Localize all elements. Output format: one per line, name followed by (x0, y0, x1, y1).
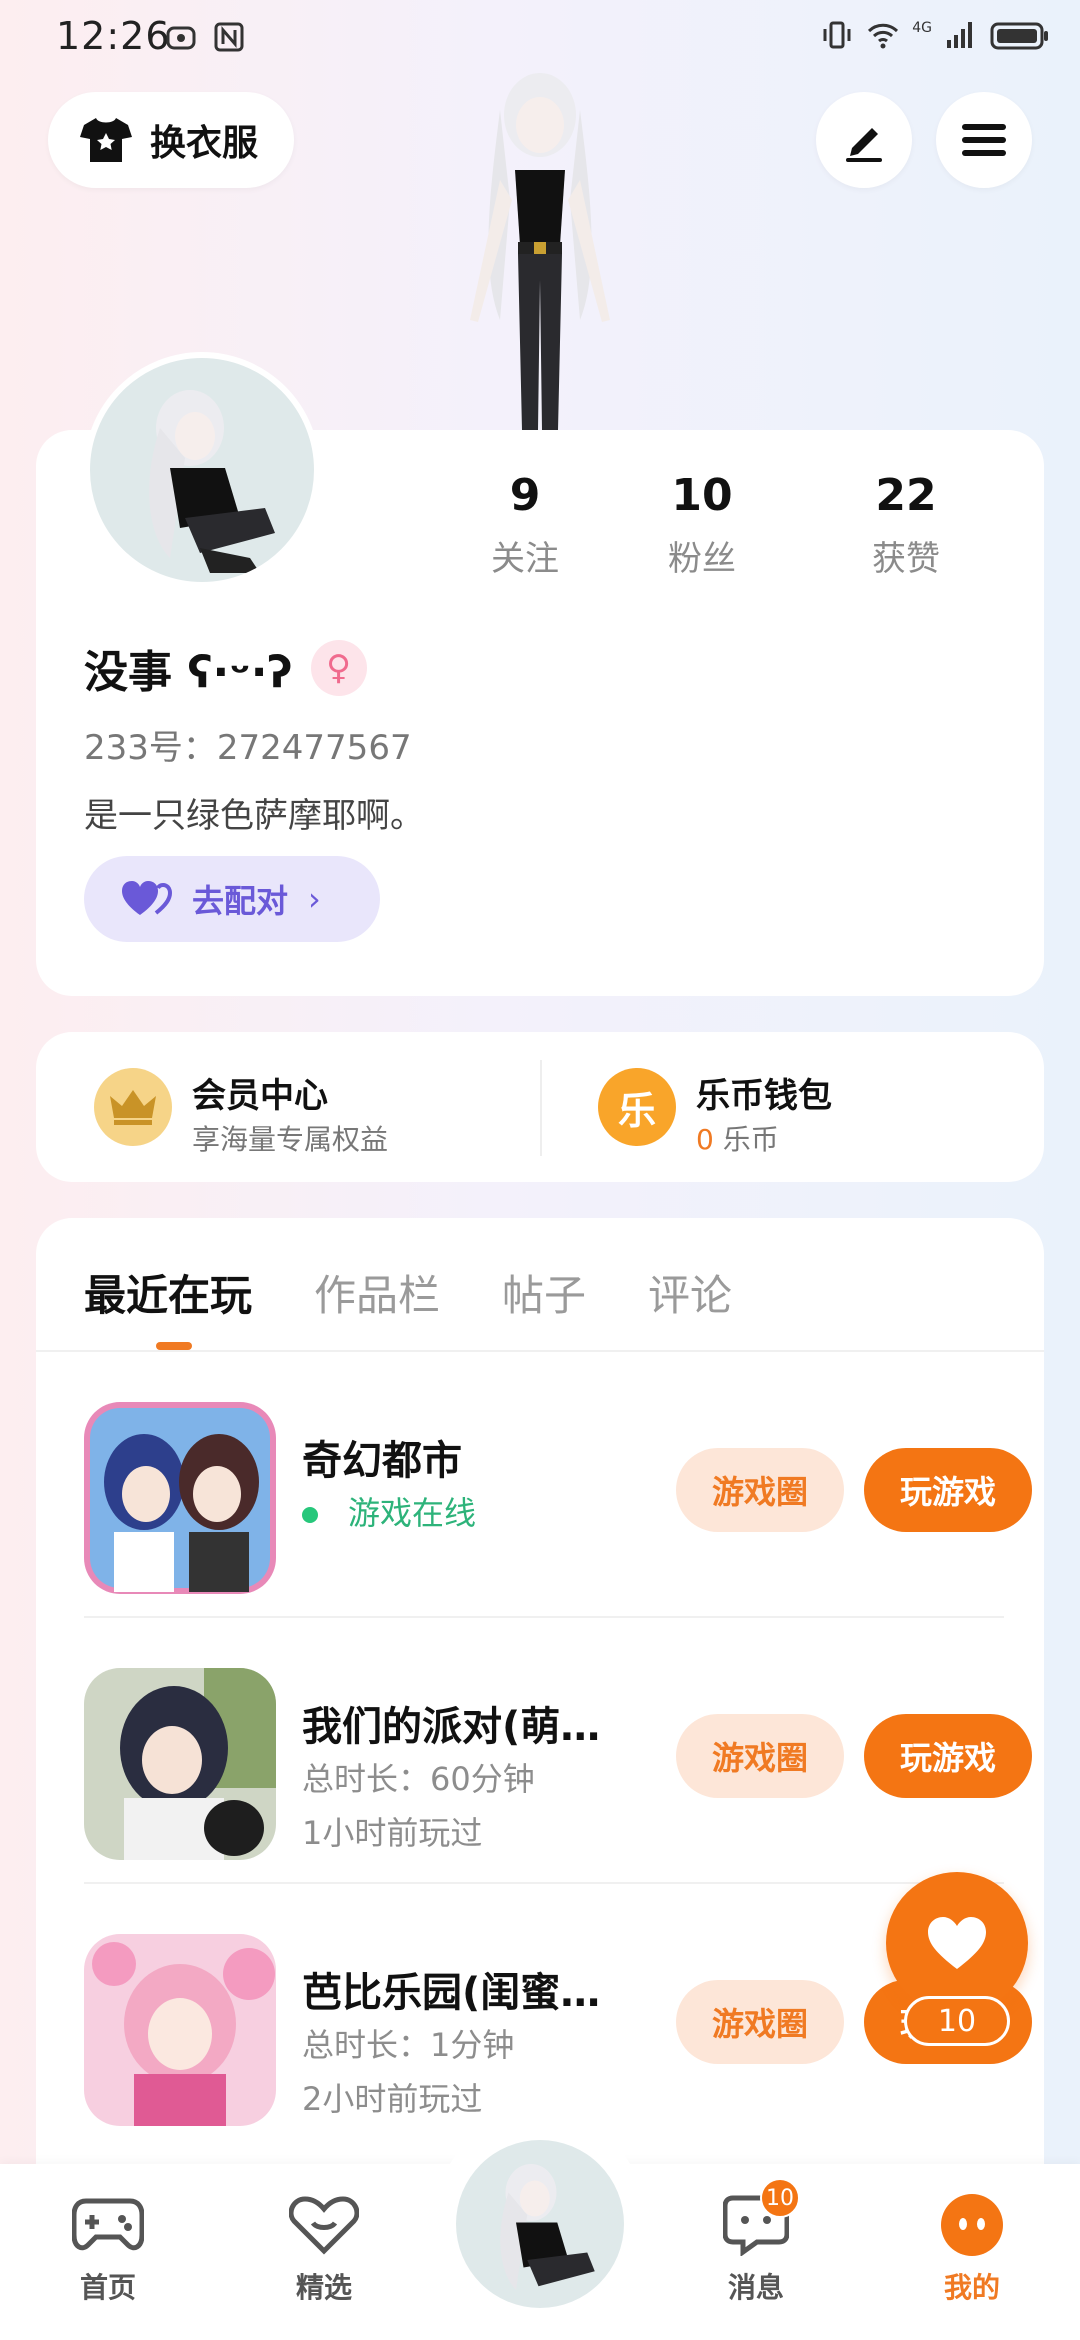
following-count: 9 (509, 470, 541, 521)
heart-outline-icon (289, 2196, 359, 2255)
gamepad-icon (72, 2198, 144, 2251)
game-thumbnail[interactable] (84, 1402, 276, 1594)
online-status-text: 游戏在线 (348, 1494, 477, 1532)
play-game-button[interactable]: 玩游戏 (864, 1448, 1032, 1532)
profile-tabs: 最近在玩 作品栏 帖子 评论 (84, 1262, 732, 1323)
coin-unit: 乐币 (713, 1123, 779, 1156)
coin-wallet-balance: 0 乐币 (696, 1118, 779, 1158)
list-item[interactable]: 奇幻都市 游戏在线 游戏圈 玩游戏 (84, 1352, 1032, 1618)
play-game-button[interactable]: 玩游戏 (864, 1714, 1032, 1798)
game-duration: 总时长：1分钟 (302, 2026, 515, 2064)
list-item[interactable]: 我们的派对(萌… 总时长：60分钟 1小时前玩过 游戏圈 玩游戏 (84, 1618, 1032, 1884)
nav-me-label: 我的 (943, 2271, 1000, 2304)
profile-avatar[interactable] (84, 352, 320, 588)
smiley-face-icon (941, 2194, 1003, 2256)
change-outfit-button[interactable]: 换衣服 (48, 92, 294, 188)
game-circle-button[interactable]: 游戏圈 (676, 1714, 844, 1798)
game-last-played: 1小时前玩过 (302, 1814, 483, 1852)
game-name: 芭比乐园(闺蜜… (302, 1970, 601, 2016)
avatar-3d-figure[interactable] (430, 70, 650, 430)
user-bio: 是一只绿色萨摩耶啊。 (84, 796, 424, 836)
heart-icon (928, 1917, 986, 1969)
match-label: 去配对 (192, 882, 289, 920)
tab-works[interactable]: 作品栏 (314, 1262, 440, 1323)
notification-app-icon (166, 26, 196, 50)
profile-screen: 12:26 4G 换衣服 9 关注 10 粉丝 22 获赞 没事 ʕ·ᵕ·ʔ ♀… (0, 0, 1080, 2340)
following-stat[interactable]: 9 关注 (450, 470, 600, 580)
chevron-right-icon: › (308, 880, 321, 918)
list-item[interactable]: 芭比乐园(闺蜜… 总时长：1分钟 2小时前玩过 游戏圈 玩游戏 (84, 1884, 1032, 2150)
nav-center-avatar[interactable] (456, 2140, 624, 2308)
followers-label: 粉丝 (668, 539, 736, 579)
menu-button[interactable] (936, 92, 1032, 188)
member-center-subtitle: 享海量专属权益 (192, 1123, 389, 1156)
change-outfit-label: 换衣服 (150, 123, 259, 164)
pen-icon (846, 128, 882, 162)
game-duration: 总时长：60分钟 (302, 1760, 535, 1798)
game-circle-button[interactable]: 游戏圈 (676, 1980, 844, 2064)
shirt-icon (80, 118, 132, 162)
match-button[interactable]: 去配对 › (84, 856, 380, 942)
game-last-played: 2小时前玩过 (302, 2080, 483, 2118)
messages-badge: 10 (760, 2178, 800, 2218)
signal-icon (947, 22, 972, 48)
nfc-icon (214, 22, 244, 52)
member-wallet-card: 会员中心 享海量专属权益 乐 乐币钱包 0 乐币 (36, 1032, 1044, 1182)
active-tab-indicator (156, 1342, 192, 1350)
game-name: 我们的派对(萌… (302, 1704, 601, 1750)
vibrate-icon (823, 21, 851, 49)
likes-label: 获赞 (872, 539, 940, 579)
floating-like-count: 10 (904, 1996, 1010, 2046)
followers-stat[interactable]: 10 粉丝 (600, 470, 804, 580)
wifi-icon (868, 23, 899, 49)
tab-posts[interactable]: 帖子 (502, 1262, 586, 1323)
coin-wallet[interactable]: 乐 乐币钱包 0 乐币 (540, 1032, 1044, 1182)
nav-featured[interactable]: 精选 (254, 2190, 394, 2306)
battery-icon (990, 22, 1048, 50)
hamburger-menu-icon (962, 124, 1006, 156)
user-name: 没事 ʕ·ᵕ·ʔ (84, 647, 293, 698)
followers-count: 10 (671, 470, 733, 521)
online-dot-icon (302, 1507, 318, 1523)
network-type: 4G (912, 20, 932, 36)
following-label: 关注 (491, 539, 559, 579)
game-status: 游戏在线 (302, 1488, 476, 1534)
nav-messages-label: 消息 (727, 2271, 784, 2304)
likes-stat[interactable]: 22 获赞 (804, 470, 1008, 580)
profile-stats: 9 关注 10 粉丝 22 获赞 (450, 470, 1010, 580)
member-center-title: 会员中心 (192, 1076, 328, 1116)
coin-icon: 乐 (598, 1068, 676, 1146)
coin-wallet-title: 乐币钱包 (696, 1076, 832, 1116)
game-thumbnail[interactable] (84, 1668, 276, 1860)
nav-messages[interactable]: 10 消息 (686, 2178, 826, 2306)
nav-home[interactable]: 首页 (38, 2190, 178, 2306)
member-center[interactable]: 会员中心 享海量专属权益 (36, 1032, 540, 1182)
floating-like-button[interactable] (886, 1872, 1028, 2014)
user-id: 233号：272477567 (84, 728, 412, 768)
nav-me[interactable]: 我的 (902, 2190, 1042, 2306)
crown-icon (94, 1068, 172, 1146)
status-bar: 12:26 4G (0, 0, 1080, 76)
status-time: 12:26 (56, 14, 171, 58)
coin-amount: 0 (696, 1123, 714, 1156)
likes-count: 22 (875, 470, 937, 521)
tab-recent[interactable]: 最近在玩 (84, 1262, 252, 1323)
name-row: 没事 ʕ·ᵕ·ʔ ♀ (84, 636, 367, 700)
edit-profile-button[interactable] (816, 92, 912, 188)
tab-comments[interactable]: 评论 (648, 1262, 732, 1323)
nav-home-label: 首页 (79, 2271, 136, 2304)
double-heart-icon (122, 881, 173, 915)
avatar-image (500, 2164, 595, 2290)
game-thumbnail[interactable] (84, 1934, 276, 2126)
nav-featured-label: 精选 (295, 2271, 352, 2304)
avatar-image (149, 390, 275, 573)
female-gender-icon: ♀ (310, 640, 367, 696)
game-name: 奇幻都市 (302, 1438, 462, 1484)
game-circle-button[interactable]: 游戏圈 (676, 1448, 844, 1532)
